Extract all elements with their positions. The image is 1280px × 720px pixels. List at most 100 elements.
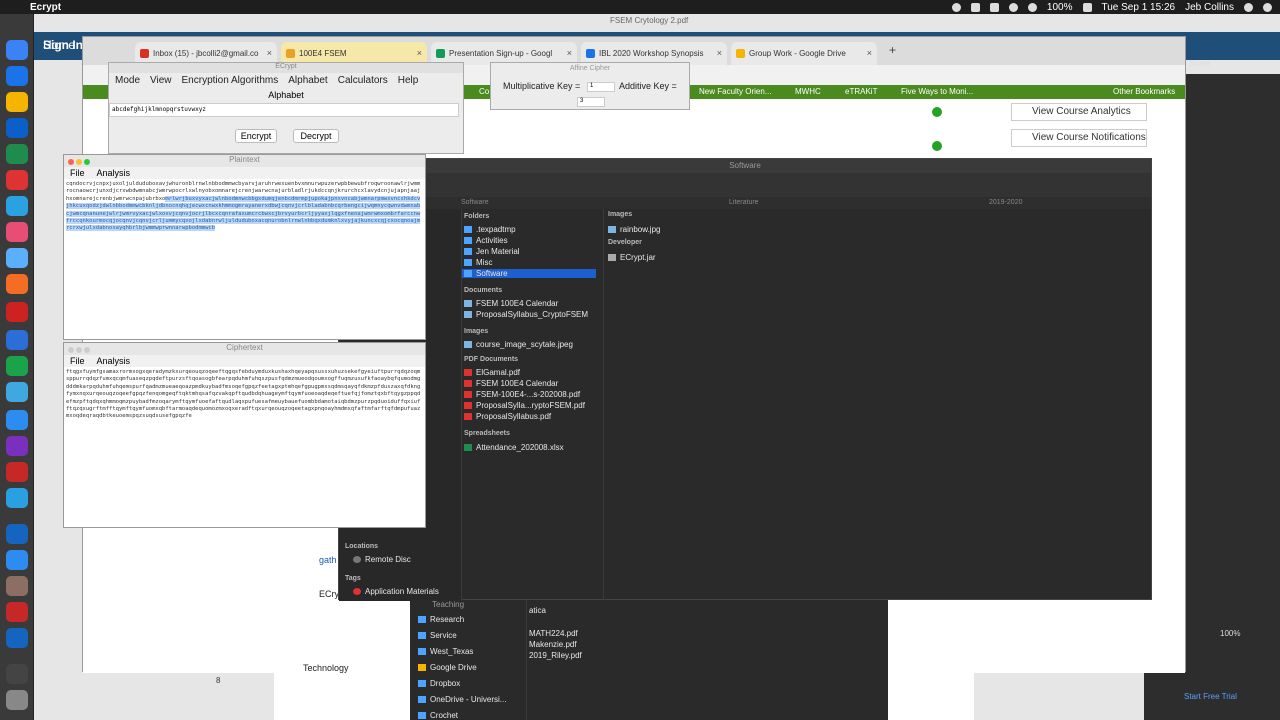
folder-texpadtmp[interactable]: .texpadtmp [464, 225, 516, 234]
module-item-ecry[interactable]: ECry [319, 589, 339, 599]
flag-icon[interactable] [1082, 2, 1092, 12]
encrypt-button[interactable]: Encrypt [235, 129, 277, 143]
sidebar-west-texas[interactable]: West_Texas [418, 647, 473, 656]
menu-alphabet[interactable]: Alphabet [288, 75, 327, 86]
pdf-calendar[interactable]: FSEM 100E4 Calendar [464, 379, 558, 388]
clock-text[interactable]: Tue Sep 1 15:26 [1102, 2, 1176, 13]
multiplicative-key-field[interactable]: 1 [587, 82, 615, 92]
search-icon[interactable] [1244, 2, 1253, 12]
matlab-icon[interactable] [6, 274, 28, 294]
trash-icon[interactable] [6, 690, 28, 710]
maps-icon[interactable] [6, 330, 28, 350]
downloads-icon[interactable] [6, 664, 28, 684]
close-icon[interactable]: × [867, 48, 872, 58]
sidebar-teaching[interactable]: Teaching [432, 600, 464, 609]
zoom-window-icon[interactable] [84, 347, 90, 353]
close-icon[interactable]: × [417, 48, 422, 58]
menu-view[interactable]: View [150, 75, 172, 86]
item-makenzie[interactable]: Makenzie.pdf [529, 640, 577, 649]
menu-encryption-algorithms[interactable]: Encryption Algorithms [182, 75, 279, 86]
bookmark-new-faculty[interactable]: New Faculty Orien... [699, 87, 771, 96]
onenote-icon[interactable] [6, 436, 28, 456]
bookmark-co[interactable]: Co [479, 87, 489, 96]
excel-icon[interactable] [6, 144, 28, 164]
module-item-gath[interactable]: gath [319, 555, 337, 565]
module-technology[interactable]: Technology [303, 663, 349, 673]
close-window-icon[interactable] [68, 159, 74, 165]
finder-icon[interactable] [6, 40, 28, 60]
calendar-icon[interactable] [6, 170, 28, 190]
close-icon[interactable]: × [717, 48, 722, 58]
sidebar-onedrive[interactable]: OneDrive - Universi... [418, 695, 506, 704]
back-arrow-icon[interactable]: ⇤ [98, 646, 110, 663]
ciphertext-menu-file[interactable]: File [70, 356, 85, 366]
plaintext-textarea[interactable]: cqndocrvjcnpxjuxoljulduduboxavjwhuronblr… [64, 179, 425, 235]
clock-icon[interactable] [1008, 2, 1018, 12]
zoom-dock-icon[interactable] [6, 410, 28, 430]
folder-misc[interactable]: Misc [464, 258, 492, 267]
safari-icon[interactable] [6, 196, 28, 216]
minimize-icon[interactable] [76, 347, 82, 353]
menu-list-icon[interactable] [1263, 2, 1272, 12]
record-icon[interactable] [951, 2, 961, 12]
teams-icon[interactable] [6, 382, 28, 402]
plaintext-menu-analysis[interactable]: Analysis [97, 168, 131, 178]
additive-key-field[interactable]: 3 [577, 97, 605, 107]
messages-icon[interactable] [6, 356, 28, 376]
wifi-icon[interactable] [1027, 2, 1037, 12]
powerpoint-icon[interactable] [6, 602, 28, 622]
item-riley[interactable]: 2019_Riley.pdf [529, 651, 582, 660]
acrobat-icon[interactable] [6, 462, 28, 482]
app-menu[interactable]: Ecrypt [30, 2, 61, 13]
tag-application-materials[interactable]: Application Materials [353, 587, 439, 596]
folder-software[interactable]: Software [462, 269, 596, 278]
image-rainbow[interactable]: rainbow.jpg [608, 225, 660, 234]
pdf-proposal[interactable]: ProposalSyllabus.pdf [464, 412, 551, 421]
path-2019-2020[interactable]: 2019-2020 [989, 199, 1022, 206]
word-icon[interactable] [6, 628, 28, 648]
minimize-icon[interactable] [76, 159, 82, 165]
menu-help[interactable]: Help [398, 75, 419, 86]
item-math224[interactable]: MATH224.pdf [529, 629, 578, 638]
image-scytale[interactable]: course_image_scytale.jpeg [464, 340, 573, 349]
preview-icon[interactable] [6, 576, 28, 596]
folder-activities[interactable]: Activities [464, 236, 508, 245]
pdf-elgamal[interactable]: ElGamal.pdf [464, 368, 520, 377]
published-check-icon[interactable] [932, 107, 942, 117]
sidebar-service[interactable]: Service [418, 631, 457, 640]
word-icon-2[interactable] [6, 524, 28, 544]
item-atica[interactable]: atica [529, 606, 546, 615]
bookmark-etrakit[interactable]: eTRAKiT [845, 87, 877, 96]
tab-drive[interactable]: Group Work - Google Drive × [731, 42, 877, 65]
user-name[interactable]: Jeb Collins [1185, 2, 1234, 13]
jar-ecrypt[interactable]: ECrypt.jar [608, 253, 656, 262]
pdf-fsem[interactable]: FSEM-100E4-...s-202008.pdf [464, 390, 580, 399]
zoom-level[interactable]: 100% [1220, 629, 1240, 638]
close-icon[interactable]: × [567, 48, 572, 58]
outlook-icon[interactable] [6, 118, 28, 138]
share-button[interactable]: Share [1189, 59, 1210, 68]
sidebar-google-drive[interactable]: Google Drive [418, 663, 477, 672]
decrypt-button[interactable]: Decrypt [293, 129, 339, 143]
menu-mode[interactable]: Mode [115, 75, 140, 86]
view-course-notifications-button[interactable]: View Course Notifications [1011, 129, 1147, 147]
alphabet-field[interactable]: abcdefghijklmnopqrstuvwxyz [109, 103, 459, 117]
spyder-icon[interactable] [6, 302, 28, 322]
bookmark-other[interactable]: Other Bookmarks [1113, 87, 1175, 96]
appstore-icon[interactable] [6, 66, 28, 86]
published-check-icon[interactable] [932, 141, 942, 151]
keynote-icon[interactable] [6, 488, 28, 508]
doc-calendar[interactable]: FSEM 100E4 Calendar [464, 299, 558, 308]
bookmark-five-ways[interactable]: Five Ways to Moni... [901, 87, 973, 96]
xlsx-attendance[interactable]: Attendance_202008.xlsx [464, 443, 564, 452]
zoom-icon[interactable] [6, 550, 28, 570]
dropbox-icon[interactable] [970, 2, 980, 12]
ciphertext-menu-analysis[interactable]: Analysis [97, 356, 131, 366]
music-icon[interactable] [6, 222, 28, 242]
menu-calculators[interactable]: Calculators [338, 75, 388, 86]
sidebar-dropbox[interactable]: Dropbox [418, 679, 460, 688]
doc-proposal[interactable]: ProposalSyllabus_CryptoFSEM [464, 310, 588, 319]
close-icon[interactable]: × [267, 48, 272, 58]
texpad-icon[interactable] [6, 248, 28, 268]
ciphertext-textarea[interactable]: ftqgxfuymfgsamaxrormxogxqeradymzkxurqeou… [64, 367, 425, 423]
